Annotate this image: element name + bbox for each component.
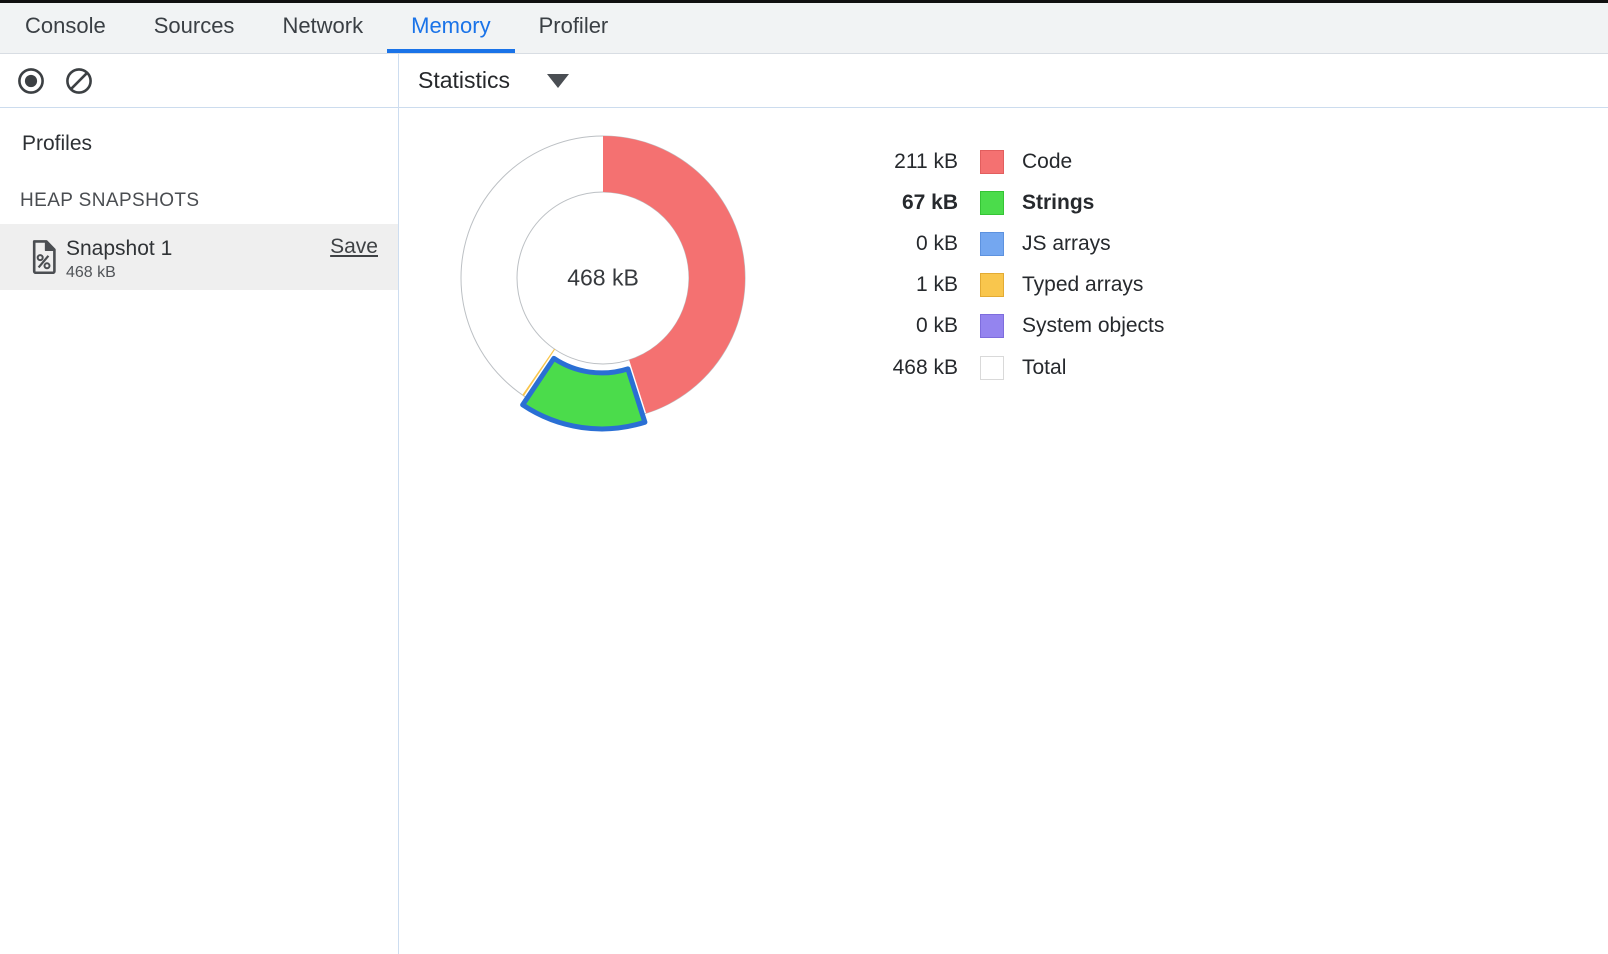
legend-swatch-strings-icon xyxy=(980,191,1004,215)
record-icon xyxy=(17,67,45,95)
save-snapshot-link[interactable]: Save xyxy=(330,235,378,259)
legend-row-system-objects: 0 kB System objects xyxy=(870,306,1164,347)
legend-swatch-system-objects-icon xyxy=(980,314,1004,338)
dropdown-arrow-icon xyxy=(547,74,569,88)
toolbar-divider xyxy=(0,107,1608,108)
legend-label: System objects xyxy=(1022,314,1164,338)
perspective-select[interactable]: Statistics xyxy=(418,67,569,94)
tab-sources[interactable]: Sources xyxy=(130,3,259,53)
donut-total-label: 468 kB xyxy=(567,265,639,292)
legend-swatch-js-arrays-icon xyxy=(980,232,1004,256)
legend-row-total: 468 kB Total xyxy=(870,347,1164,388)
legend-row-strings: 67 kB Strings xyxy=(870,182,1164,223)
legend-swatch-code-icon xyxy=(980,150,1004,174)
tab-memory[interactable]: Memory xyxy=(387,3,514,53)
chart-legend: 211 kB Code 67 kB Strings 0 kB JS arrays 1 kB T… xyxy=(870,141,1164,388)
profiler-toolbar xyxy=(0,54,398,107)
snapshot-list-item[interactable]: Snapshot 1 468 kB Save xyxy=(0,224,398,290)
clear-icon xyxy=(65,67,93,95)
legend-label: Total xyxy=(1022,356,1066,380)
legend-value: 67 kB xyxy=(870,191,958,215)
snapshot-name: Snapshot 1 xyxy=(66,237,172,261)
legend-label: Strings xyxy=(1022,191,1094,215)
legend-row-code: 211 kB Code xyxy=(870,141,1164,182)
legend-row-js-arrays: 0 kB JS arrays xyxy=(870,223,1164,264)
tab-profiler[interactable]: Profiler xyxy=(515,3,633,53)
legend-row-typed-arrays: 1 kB Typed arrays xyxy=(870,265,1164,306)
tab-console[interactable]: Console xyxy=(1,3,130,53)
legend-value: 468 kB xyxy=(870,356,958,380)
tab-network[interactable]: Network xyxy=(258,3,387,53)
clear-profiles-button[interactable] xyxy=(65,67,93,95)
legend-value: 0 kB xyxy=(870,232,958,256)
snapshot-size: 468 kB xyxy=(66,264,116,282)
legend-value: 211 kB xyxy=(870,150,958,174)
legend-value: 0 kB xyxy=(870,314,958,338)
heap-snapshot-file-icon xyxy=(31,240,56,274)
legend-value: 1 kB xyxy=(870,273,958,297)
tab-bar: ConsoleSourcesNetworkMemoryProfiler xyxy=(0,3,1608,54)
profiles-title: Profiles xyxy=(22,132,92,156)
record-heap-snapshot-button[interactable] xyxy=(17,67,45,95)
legend-swatch-typed-arrays-icon xyxy=(980,273,1004,297)
sidebar-divider xyxy=(398,54,399,954)
statistics-toolbar: Statistics xyxy=(399,54,1608,107)
legend-label: Typed arrays xyxy=(1022,273,1143,297)
heap-snapshots-section-title: HEAP SNAPSHOTS xyxy=(20,190,199,212)
legend-swatch-total-icon xyxy=(980,356,1004,380)
legend-label: Code xyxy=(1022,150,1072,174)
perspective-select-value: Statistics xyxy=(418,67,510,94)
legend-label: JS arrays xyxy=(1022,232,1111,256)
